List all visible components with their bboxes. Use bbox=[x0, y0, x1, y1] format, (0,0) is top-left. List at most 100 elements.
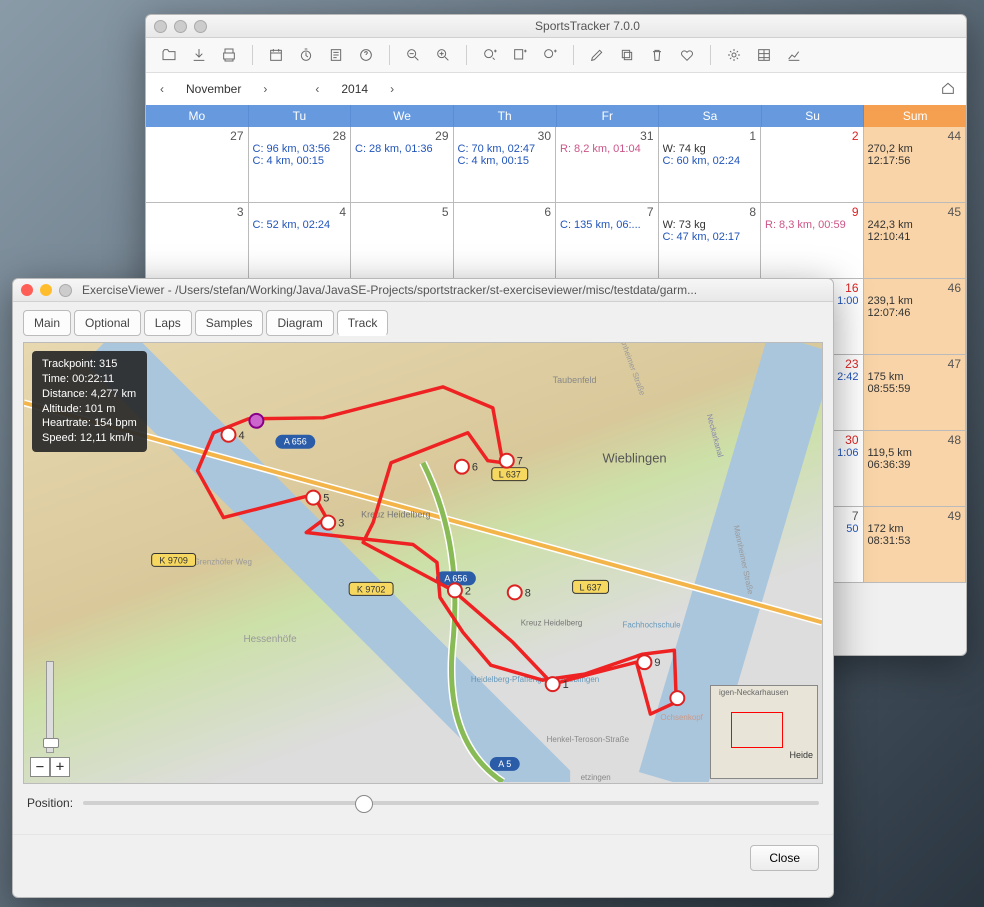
minimize-icon[interactable] bbox=[174, 20, 187, 33]
zoom-in-icon[interactable] bbox=[432, 44, 454, 66]
tooltip-speed: Speed: 12,11 km/h bbox=[42, 431, 137, 446]
tooltip-distance: Distance: 4,277 km bbox=[42, 387, 137, 402]
zoom-in-button[interactable]: + bbox=[50, 757, 70, 777]
tooltip-trackpoint: Trackpoint: 315 bbox=[42, 357, 137, 372]
next-year-button[interactable]: › bbox=[386, 78, 398, 100]
home-icon[interactable] bbox=[940, 80, 956, 99]
calendar-cell[interactable]: 6 bbox=[454, 203, 557, 279]
calendar-event[interactable]: C: 135 km, 06:... bbox=[560, 219, 654, 231]
calendar-cell[interactable]: 3 bbox=[146, 203, 249, 279]
minimap[interactable]: igen-Neckarhausen Heide bbox=[710, 685, 818, 779]
list-icon[interactable] bbox=[325, 44, 347, 66]
open-icon[interactable] bbox=[158, 44, 180, 66]
delete-icon[interactable] bbox=[646, 44, 668, 66]
calendar-cell[interactable]: 9R: 8,3 km, 00:59 bbox=[761, 203, 864, 279]
road-badge: K 9702 bbox=[349, 582, 393, 595]
calendar-cell[interactable]: 1W: 74 kgC: 60 km, 02:24 bbox=[659, 127, 762, 203]
calendar-event[interactable]: C: 96 km, 03:56 bbox=[253, 143, 347, 155]
calendar-event[interactable]: C: 4 km, 00:15 bbox=[253, 155, 347, 167]
map-label: Taubenfeld bbox=[553, 375, 597, 385]
calendar-event[interactable]: C: 60 km, 02:24 bbox=[663, 155, 757, 167]
close-button[interactable]: Close bbox=[750, 845, 819, 871]
svg-text:3: 3 bbox=[338, 518, 344, 530]
tab-optional[interactable]: Optional bbox=[74, 310, 141, 336]
calendar-cell[interactable]: 31R: 8,2 km, 01:04 bbox=[556, 127, 659, 203]
stopwatch-icon[interactable] bbox=[295, 44, 317, 66]
close-icon[interactable] bbox=[154, 20, 167, 33]
titlebar: SportsTracker 7.0.0 bbox=[146, 15, 966, 38]
calendar-event[interactable]: R: 8,3 km, 00:59 bbox=[765, 219, 859, 231]
tooltip-altitude: Altitude: 101 m bbox=[42, 402, 137, 417]
print-icon[interactable] bbox=[218, 44, 240, 66]
day-header: Fr bbox=[557, 105, 660, 127]
prev-month-button[interactable]: ‹ bbox=[156, 78, 168, 100]
copy-icon[interactable] bbox=[616, 44, 638, 66]
toolbar bbox=[146, 38, 966, 73]
map-view[interactable]: Hessenhöfe Wieblingen Taubenfeld Kreuz H… bbox=[23, 342, 823, 784]
calendar-cell[interactable]: 7C: 135 km, 06:... bbox=[556, 203, 659, 279]
add-exercise-icon[interactable] bbox=[479, 44, 501, 66]
calendar-event[interactable]: C: 70 km, 02:47 bbox=[458, 143, 552, 155]
zoom-out-icon[interactable] bbox=[402, 44, 424, 66]
calendar-event[interactable]: C: 47 km, 02:17 bbox=[663, 231, 757, 243]
tab-main[interactable]: Main bbox=[23, 310, 71, 336]
calendar-cell[interactable]: 5 bbox=[351, 203, 454, 279]
next-month-button[interactable]: › bbox=[259, 78, 271, 100]
current-position-marker bbox=[249, 414, 263, 428]
prev-year-button[interactable]: ‹ bbox=[311, 78, 323, 100]
zoom-icon[interactable] bbox=[59, 284, 72, 297]
calendar-nav: ‹ November › ‹ 2014 › bbox=[146, 73, 966, 105]
svg-text:2: 2 bbox=[465, 585, 471, 597]
svg-text:1: 1 bbox=[563, 679, 569, 691]
tab-track[interactable]: Track bbox=[337, 310, 389, 336]
calendar-event[interactable]: W: 74 kg bbox=[663, 143, 757, 155]
svg-text:8: 8 bbox=[525, 587, 531, 599]
road-badge: K 9709 bbox=[152, 553, 196, 566]
day-header: Su bbox=[762, 105, 865, 127]
calendar-event[interactable]: C: 52 km, 02:24 bbox=[253, 219, 347, 231]
close-icon[interactable] bbox=[21, 284, 33, 296]
calendar-event[interactable]: W: 73 kg bbox=[663, 219, 757, 231]
calendar-cell[interactable]: 2 bbox=[761, 127, 864, 203]
tab-laps[interactable]: Laps bbox=[144, 310, 192, 336]
settings-icon[interactable] bbox=[723, 44, 745, 66]
add-weight-icon[interactable] bbox=[539, 44, 561, 66]
calendar-event[interactable]: C: 4 km, 00:15 bbox=[458, 155, 552, 167]
road-badge: A 5 bbox=[490, 757, 520, 771]
window-controls bbox=[154, 20, 207, 33]
calendar-cell[interactable]: 4C: 52 km, 02:24 bbox=[249, 203, 352, 279]
map-label: Henkel-Teroson-Straße bbox=[547, 735, 630, 744]
calendar-event[interactable]: R: 8,2 km, 01:04 bbox=[560, 143, 654, 155]
calendar-cell[interactable]: 8W: 73 kgC: 47 km, 02:17 bbox=[659, 203, 762, 279]
window-controls bbox=[21, 284, 72, 297]
save-icon[interactable] bbox=[188, 44, 210, 66]
edit-icon[interactable] bbox=[586, 44, 608, 66]
calendar-event[interactable]: C: 28 km, 01:36 bbox=[355, 143, 449, 155]
minimap-viewport bbox=[731, 712, 783, 748]
calendar-cell[interactable]: 30C: 70 km, 02:47C: 4 km, 00:15 bbox=[454, 127, 557, 203]
position-slider[interactable] bbox=[83, 801, 819, 805]
help-icon[interactable] bbox=[355, 44, 377, 66]
zoom-icon[interactable] bbox=[194, 20, 207, 33]
road-badge: A 656 bbox=[275, 435, 315, 449]
calendar-cell[interactable]: 29C: 28 km, 01:36 bbox=[351, 127, 454, 203]
zoom-slider[interactable] bbox=[46, 661, 54, 753]
tab-diagram[interactable]: Diagram bbox=[266, 310, 333, 336]
table-icon[interactable] bbox=[753, 44, 775, 66]
svg-text:6: 6 bbox=[472, 462, 478, 474]
minimize-icon[interactable] bbox=[40, 284, 52, 296]
calendar-icon[interactable] bbox=[265, 44, 287, 66]
viewer-title: ExerciseViewer - /Users/stefan/Working/J… bbox=[82, 283, 825, 297]
zoom-out-button[interactable]: − bbox=[30, 757, 50, 777]
calendar-cell[interactable]: 28C: 96 km, 03:56C: 4 km, 00:15 bbox=[249, 127, 352, 203]
add-note-icon[interactable] bbox=[509, 44, 531, 66]
year-label: 2014 bbox=[341, 82, 368, 96]
tooltip-heartrate: Heartrate: 154 bpm bbox=[42, 416, 137, 431]
chart-icon[interactable] bbox=[783, 44, 805, 66]
calendar-cell[interactable]: 27 bbox=[146, 127, 249, 203]
waypoint: 1 bbox=[546, 677, 569, 691]
map-label: etzingen bbox=[581, 773, 611, 782]
road-badge: L 637 bbox=[492, 468, 528, 481]
tab-samples[interactable]: Samples bbox=[195, 310, 264, 336]
heart-icon[interactable] bbox=[676, 44, 698, 66]
